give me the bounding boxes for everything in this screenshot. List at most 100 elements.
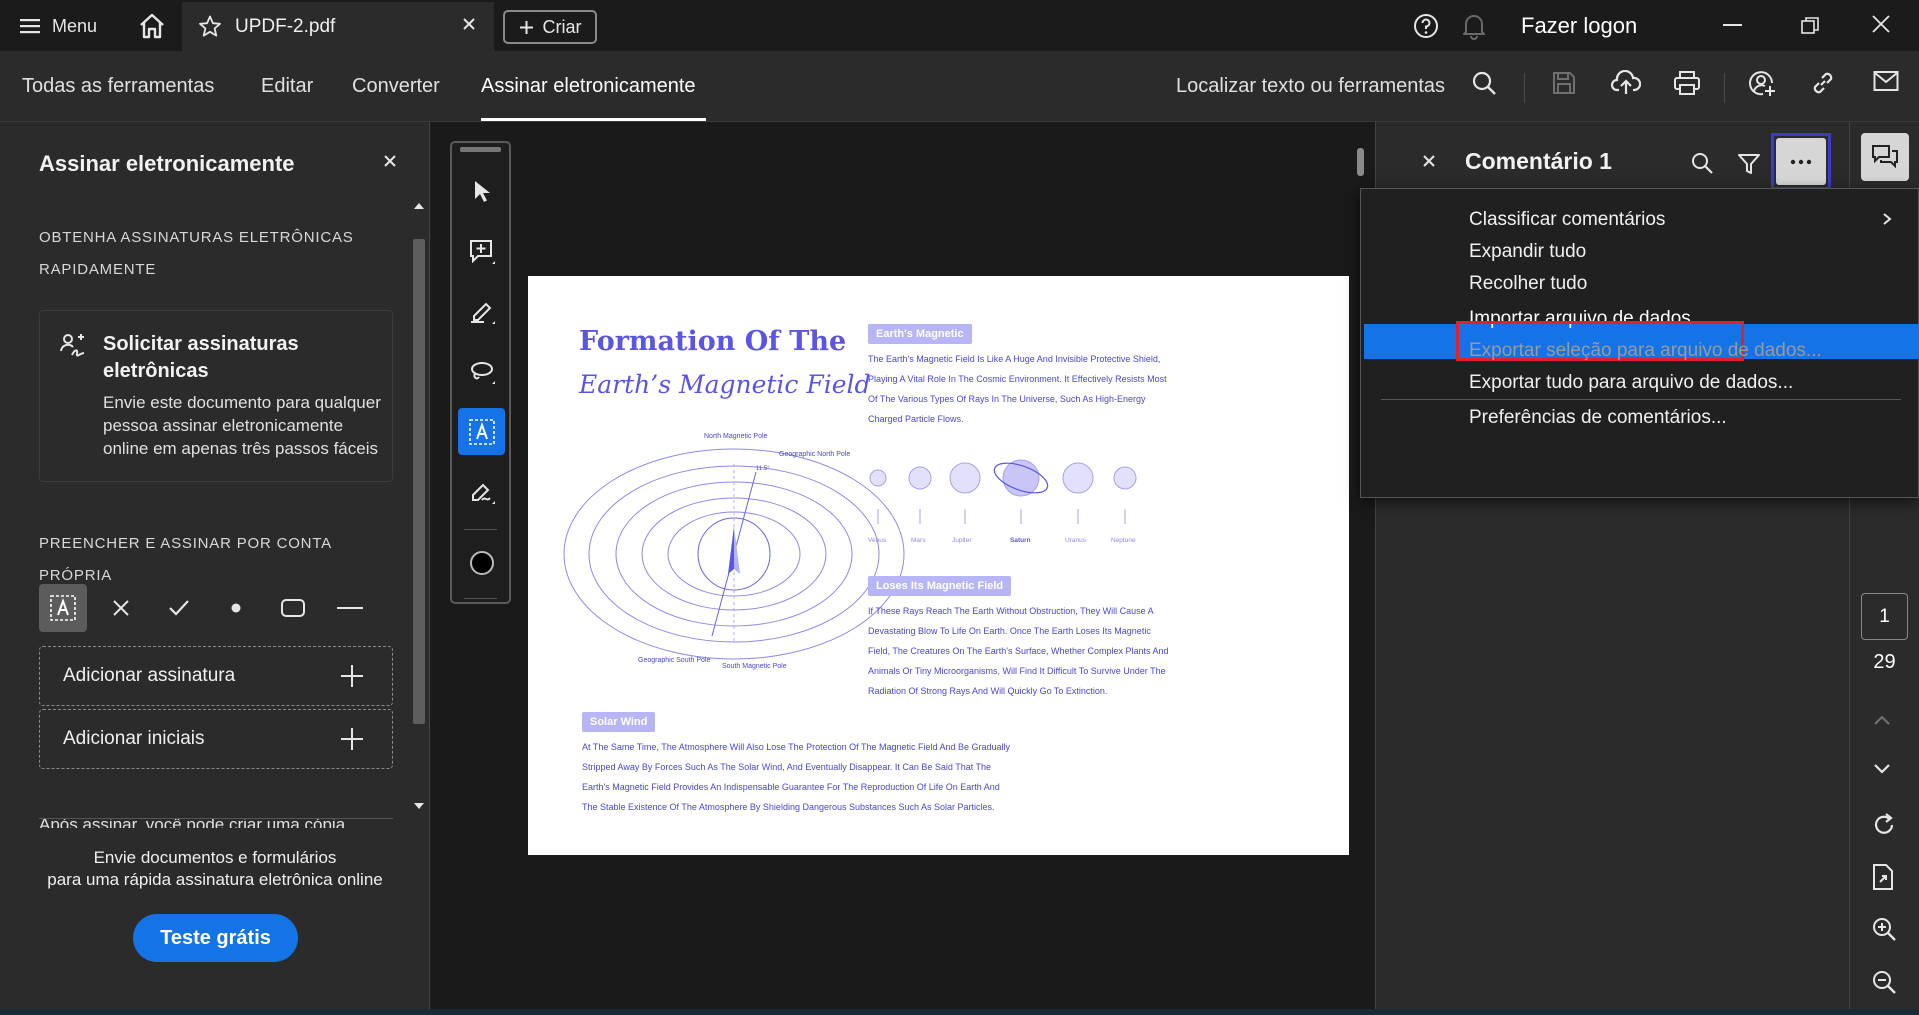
- current-page-field[interactable]: 1: [1861, 593, 1908, 640]
- create-button[interactable]: Criar: [503, 10, 597, 44]
- pointer-icon: [471, 179, 493, 205]
- cross-mark-icon: [112, 599, 130, 617]
- scroll-down-arrow-icon[interactable]: [413, 801, 425, 811]
- menu-item-comment-preferences[interactable]: Preferências de comentários...: [1469, 407, 1727, 429]
- label-north-magnetic: North Magnetic Pole: [704, 433, 768, 440]
- plus-icon: [340, 727, 364, 751]
- checkmark-tool[interactable]: [155, 584, 203, 632]
- add-initials-label: Adicionar iniciais: [63, 728, 205, 749]
- freehand-tool[interactable]: [458, 348, 505, 395]
- pdf-page[interactable]: Formation Of The Earth’s Magnetic Field …: [528, 276, 1349, 855]
- total-pages: 29: [1873, 651, 1896, 673]
- window-bottom-edge: [0, 1009, 1919, 1015]
- magnetic-field-illustration: North Magnetic Pole Geographic North Pol…: [563, 433, 905, 670]
- zoom-out-icon[interactable]: [1871, 969, 1897, 995]
- tab-filename: UPDF-2.pdf: [235, 16, 336, 37]
- filter-icon[interactable]: [1737, 152, 1761, 176]
- try-free-button[interactable]: Teste grátis: [133, 914, 298, 962]
- color-swatch-icon: [469, 550, 495, 576]
- rotate-icon[interactable]: [1871, 812, 1897, 838]
- panel-scrollbar[interactable]: [408, 199, 430, 819]
- request-signatures-card[interactable]: Solicitar assinaturas eletrônicas Envie …: [39, 310, 393, 482]
- create-label: Criar: [542, 16, 582, 37]
- pdf-paragraph-solar: At The Same Time, The Atmosphere Will Al…: [582, 742, 1011, 812]
- pdf-title-line2: Earth’s Magnetic Field: [579, 370, 871, 399]
- share-user-icon[interactable]: [1748, 70, 1776, 98]
- plus-icon: [340, 664, 364, 688]
- add-initials-button[interactable]: Adicionar iniciais: [39, 709, 393, 769]
- request-signature-icon: [58, 331, 88, 361]
- menu-label: Menu: [52, 15, 98, 36]
- label-south-magnetic: South Magnetic Pole: [722, 663, 787, 670]
- window-close-icon[interactable]: [1871, 14, 1891, 34]
- search-tools-label[interactable]: Localizar texto ou ferramentas: [1176, 75, 1445, 98]
- add-comment-tool[interactable]: [458, 228, 505, 275]
- title-bar: Menu UPDF-2.pdf Criar Fazer logon: [0, 0, 1919, 51]
- bell-icon[interactable]: [1462, 12, 1486, 40]
- drag-handle[interactable]: [460, 147, 501, 152]
- select-tool[interactable]: [458, 168, 505, 215]
- comments-toggle-button[interactable]: [1861, 133, 1909, 181]
- text-tool[interactable]: [458, 408, 505, 455]
- dot-tool[interactable]: [212, 584, 260, 632]
- sign-tool[interactable]: [458, 468, 505, 515]
- home-button[interactable]: [136, 11, 168, 41]
- text-box-icon: [49, 594, 77, 622]
- highlight-tool[interactable]: [458, 288, 505, 335]
- cloud-upload-icon[interactable]: [1611, 70, 1641, 96]
- tab-convert[interactable]: Converter: [352, 75, 440, 98]
- link-icon[interactable]: [1810, 70, 1836, 96]
- scrollbar-thumb[interactable]: [413, 239, 425, 724]
- chevron-up-icon[interactable]: [1871, 713, 1893, 727]
- quick-tools-bar: [450, 141, 511, 604]
- planet-label: Neptune: [1111, 537, 1136, 544]
- line-tool[interactable]: [326, 584, 374, 632]
- close-icon[interactable]: [383, 154, 397, 168]
- document-tab[interactable]: UPDF-2.pdf: [182, 2, 494, 51]
- search-icon[interactable]: [1471, 70, 1497, 96]
- mail-icon[interactable]: [1873, 70, 1899, 92]
- divider: [39, 818, 393, 819]
- add-text-tool[interactable]: [39, 584, 87, 632]
- home-icon: [138, 13, 166, 39]
- page-extract-icon[interactable]: [1871, 863, 1895, 891]
- menu-item-sort-comments[interactable]: Classificar comentários: [1469, 209, 1665, 231]
- scroll-up-arrow-icon[interactable]: [413, 201, 425, 211]
- label-geographic-south: Geographic South Pole: [638, 657, 710, 664]
- text-box-icon: [468, 418, 496, 446]
- zoom-in-icon[interactable]: [1871, 916, 1897, 942]
- menu-item-export-all[interactable]: Exportar tudo para arquivo de dados...: [1469, 372, 1793, 394]
- add-signature-button[interactable]: Adicionar assinatura: [39, 646, 393, 706]
- comment-options-menu: Classificar comentários Expandir tudo Re…: [1360, 188, 1919, 498]
- rectangle-tool[interactable]: [269, 584, 317, 632]
- color-picker[interactable]: [458, 539, 505, 586]
- restore-icon[interactable]: [1800, 16, 1820, 36]
- print-icon[interactable]: [1673, 70, 1701, 96]
- planets-illustration: Venus Mars Jupiter Saturn Uranus Neptune: [868, 459, 1137, 544]
- menu-item-expand-all[interactable]: Expandir tudo: [1469, 241, 1586, 263]
- more-options-button[interactable]: [1771, 133, 1831, 190]
- canvas-scrollbar-thumb[interactable]: [1357, 148, 1364, 176]
- star-icon[interactable]: [198, 15, 222, 38]
- search-icon[interactable]: [1690, 151, 1714, 175]
- sign-in-link[interactable]: Fazer logon: [1521, 13, 1637, 39]
- label-angle: 11.5°: [756, 466, 770, 472]
- close-icon[interactable]: [462, 17, 476, 31]
- chevron-down-icon[interactable]: [1871, 762, 1893, 776]
- close-icon[interactable]: [1422, 154, 1436, 168]
- help-icon[interactable]: [1413, 13, 1439, 39]
- dot-icon: [231, 603, 241, 613]
- highlighter-icon: [468, 298, 496, 326]
- hamburger-icon: [20, 18, 40, 34]
- minimize-icon[interactable]: [1723, 24, 1742, 26]
- cross-mark-tool[interactable]: [97, 584, 145, 632]
- tab-all-tools[interactable]: Todas as ferramentas: [22, 75, 214, 98]
- line-icon: [337, 606, 363, 610]
- menu-button[interactable]: Menu: [20, 11, 97, 41]
- tab-esign[interactable]: Assinar eletronicamente: [481, 75, 696, 98]
- main-toolbar: Todas as ferramentas Editar Converter As…: [0, 51, 1919, 122]
- checkmark-icon: [168, 599, 190, 617]
- menu-item-collapse-all[interactable]: Recolher tudo: [1469, 273, 1587, 295]
- tab-edit[interactable]: Editar: [261, 75, 313, 98]
- save-icon[interactable]: [1551, 70, 1577, 96]
